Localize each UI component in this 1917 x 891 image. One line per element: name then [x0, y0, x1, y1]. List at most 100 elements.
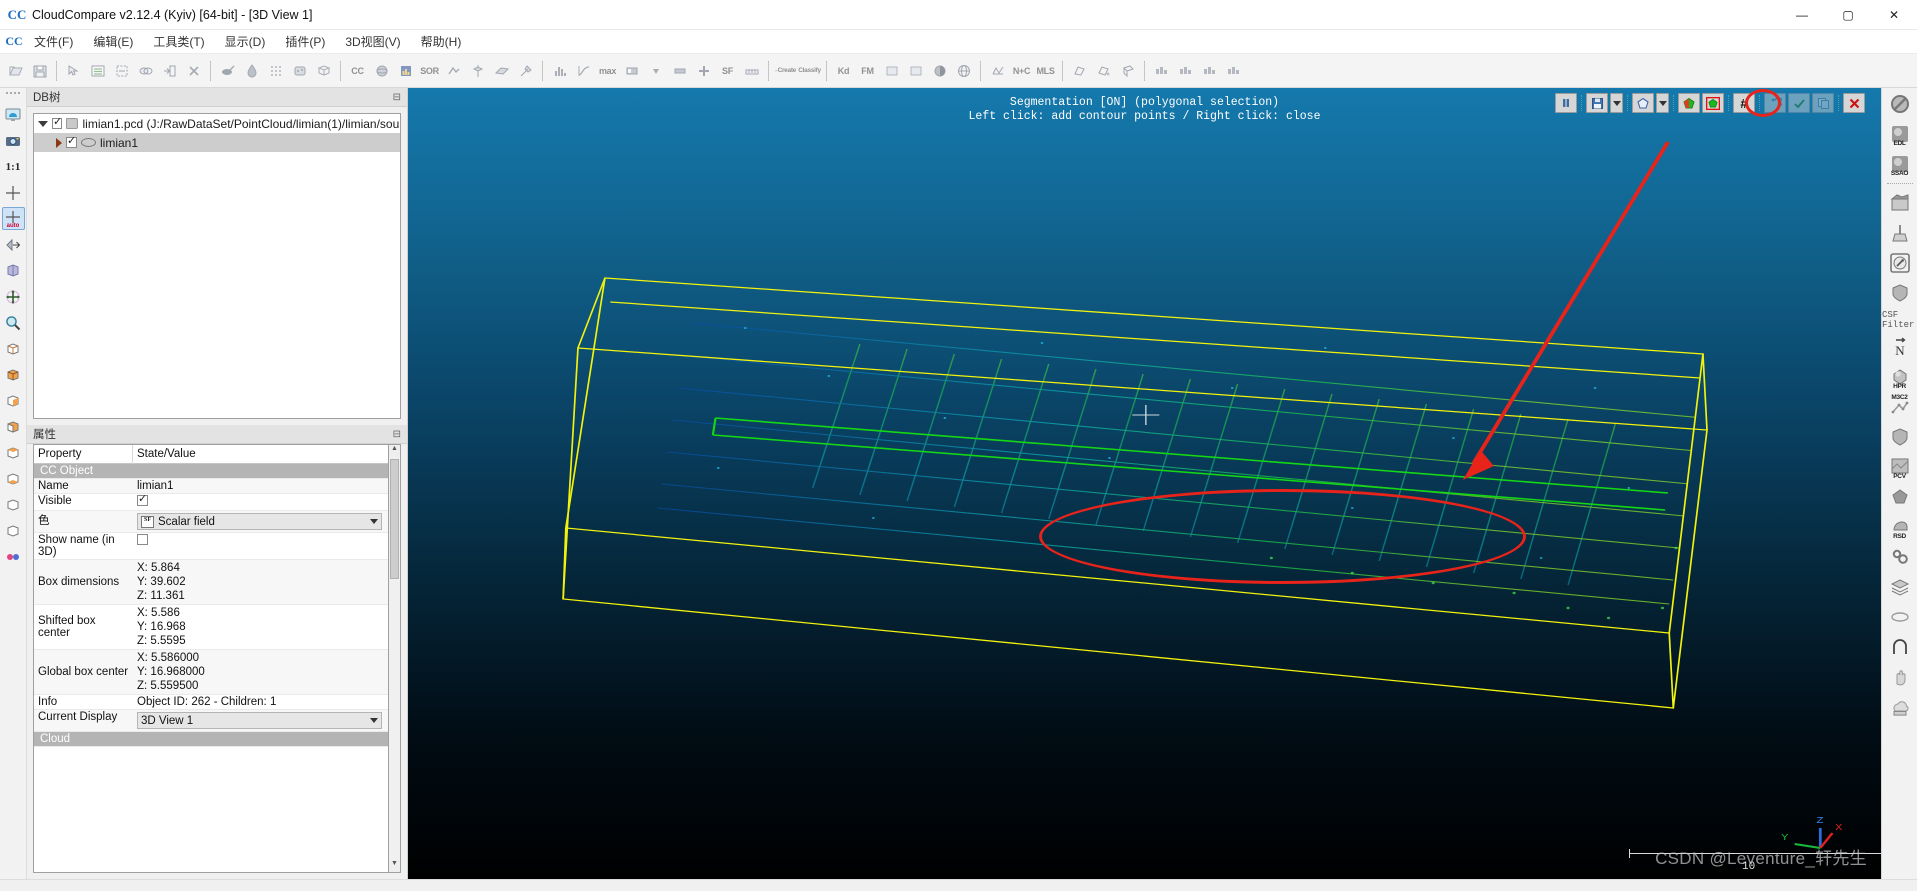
- menu-tools[interactable]: 工具类(T): [143, 30, 214, 53]
- polyline-dropdown-button[interactable]: [1656, 93, 1669, 113]
- menu-3dview[interactable]: 3D视图(V): [335, 30, 410, 53]
- view-iso2-icon[interactable]: [2, 519, 25, 542]
- zoom-icon[interactable]: [2, 311, 25, 334]
- db-tree-pin-icon[interactable]: ⊟: [393, 92, 401, 103]
- crop-icon[interactable]: [110, 58, 133, 84]
- chevron-right-icon[interactable]: [56, 137, 62, 148]
- zoom-1to1-icon[interactable]: 1:1: [2, 155, 25, 178]
- delete-icon[interactable]: [182, 58, 205, 84]
- subsample-icon[interactable]: [264, 58, 287, 84]
- normals-colors-icon[interactable]: N+C: [1010, 58, 1033, 84]
- properties-scrollbar[interactable]: ▲ ▼: [389, 444, 401, 873]
- pick-point-icon[interactable]: [62, 58, 85, 84]
- polyline-edit-icon[interactable]: [1092, 58, 1115, 84]
- settings-tool-icon[interactable]: [514, 58, 537, 84]
- point-cloud-canvas[interactable]: Z Y X: [408, 88, 1881, 879]
- view-left-icon[interactable]: [2, 389, 25, 412]
- m3c2-icon[interactable]: M3C2: [1887, 394, 1913, 420]
- confirm-button[interactable]: [1788, 93, 1810, 113]
- pivot-center-icon[interactable]: [2, 181, 25, 204]
- mls-icon[interactable]: MLS: [1034, 58, 1057, 84]
- chevron-down-icon[interactable]: [370, 718, 378, 723]
- tree-item-limian1[interactable]: limian1: [34, 133, 400, 152]
- sor-filter-icon[interactable]: SOR: [418, 58, 441, 84]
- sphere-fit-icon[interactable]: [370, 58, 393, 84]
- polyline-select-button[interactable]: [1632, 93, 1654, 113]
- global-zoom-icon[interactable]: [2, 103, 25, 126]
- scroll-down-arrow-icon[interactable]: ▼: [389, 860, 400, 872]
- list-icon[interactable]: [86, 58, 109, 84]
- curve-icon[interactable]: [572, 58, 595, 84]
- translate-rotate-icon[interactable]: [2, 285, 25, 308]
- tunnel-icon[interactable]: [1887, 634, 1913, 660]
- properties-table[interactable]: Property State/Value CC Object Name limi…: [33, 444, 389, 873]
- polyline-icon[interactable]: [1068, 58, 1091, 84]
- canupo-create-icon[interactable]: CANUPOCreate: [774, 58, 797, 84]
- auto-pivot-icon[interactable]: auto: [1, 207, 25, 230]
- canupo-classify-icon[interactable]: CANUPOClassify: [798, 58, 821, 84]
- normal-icon[interactable]: N: [1887, 334, 1913, 360]
- view-front-icon[interactable]: [2, 337, 25, 360]
- quad2-icon[interactable]: [904, 58, 927, 84]
- colors-icon[interactable]: [2, 545, 25, 568]
- shield2-icon[interactable]: [1887, 424, 1913, 450]
- fm-icon[interactable]: FM: [856, 58, 879, 84]
- ssao-shader-icon[interactable]: SSAO: [1887, 151, 1913, 177]
- menu-display[interactable]: 显示(D): [215, 30, 276, 53]
- section-icon-3[interactable]: [1198, 58, 1221, 84]
- box-crop-icon[interactable]: [1116, 58, 1139, 84]
- cancel-button[interactable]: [1843, 93, 1865, 113]
- box-display-icon[interactable]: [2, 259, 25, 282]
- tree-item-root[interactable]: limian1.pcd (J:/RawDataSet/PointCloud/li…: [34, 114, 400, 133]
- camera-snapshot-icon[interactable]: [2, 129, 25, 152]
- max-icon[interactable]: max: [596, 58, 619, 84]
- save-button[interactable]: [1586, 93, 1608, 113]
- merge-icon[interactable]: [134, 58, 157, 84]
- rsd-icon[interactable]: RSD: [1887, 514, 1913, 540]
- current-display-combo[interactable]: 3D View 1: [137, 712, 382, 729]
- menu-edit[interactable]: 编辑(E): [83, 30, 143, 53]
- scrollbar-thumb[interactable]: [390, 459, 399, 579]
- view-iso1-icon[interactable]: [2, 493, 25, 516]
- edl-shader-icon[interactable]: EDL: [1887, 121, 1913, 147]
- ellipse-icon[interactable]: [1887, 604, 1913, 630]
- plane-fit-icon[interactable]: [490, 58, 513, 84]
- db-tree[interactable]: limian1.pcd (J:/RawDataSet/PointCloud/li…: [33, 113, 401, 419]
- hpr-icon[interactable]: HPR: [1887, 364, 1913, 390]
- gradient-icon[interactable]: [620, 58, 643, 84]
- close-button[interactable]: ✕: [1871, 0, 1917, 30]
- mesh-icon[interactable]: [986, 58, 1009, 84]
- export-button[interactable]: [1812, 93, 1834, 113]
- no-filter-icon[interactable]: [1887, 91, 1913, 117]
- maximize-button[interactable]: ▢: [1825, 0, 1871, 30]
- scroll-up-arrow-icon[interactable]: ▲: [389, 445, 400, 457]
- menu-help[interactable]: 帮助(H): [411, 30, 472, 53]
- scale-icon[interactable]: [740, 58, 763, 84]
- save-file-icon[interactable]: [28, 58, 51, 84]
- save-dropdown-button[interactable]: [1610, 93, 1623, 113]
- menu-file[interactable]: 文件(F): [24, 30, 83, 53]
- section-icon-4[interactable]: [1222, 58, 1245, 84]
- pause-button[interactable]: [1555, 93, 1577, 113]
- colorbar-icon[interactable]: [668, 58, 691, 84]
- gears-icon[interactable]: [1887, 544, 1913, 570]
- flip-icon[interactable]: [2, 233, 25, 256]
- arrow-down-icon[interactable]: [644, 58, 667, 84]
- segment-cloud-icon[interactable]: [216, 58, 239, 84]
- segment-out-button[interactable]: [1702, 93, 1724, 113]
- visibility-checkbox[interactable]: [52, 115, 63, 129]
- hand-icon[interactable]: [1887, 664, 1913, 690]
- color-source-combo[interactable]: SF Scalar field: [137, 513, 382, 530]
- histogram-icon[interactable]: [548, 58, 571, 84]
- toolbar-grip[interactable]: [6, 92, 20, 98]
- menu-plugins[interactable]: 插件(P): [275, 30, 335, 53]
- globe-grid-icon[interactable]: [952, 58, 975, 84]
- view-top-icon[interactable]: [2, 441, 25, 464]
- undo-button[interactable]: [1764, 93, 1786, 113]
- 3d-view[interactable]: Z Y X Segmentation [ON] (polygonal selec…: [408, 88, 1881, 879]
- statistics-icon[interactable]: [394, 58, 417, 84]
- plus-icon[interactable]: [692, 58, 715, 84]
- poisson-icon[interactable]: [1887, 484, 1913, 510]
- cloud-measure-icon[interactable]: [1887, 694, 1913, 720]
- animation-icon[interactable]: [1887, 190, 1913, 216]
